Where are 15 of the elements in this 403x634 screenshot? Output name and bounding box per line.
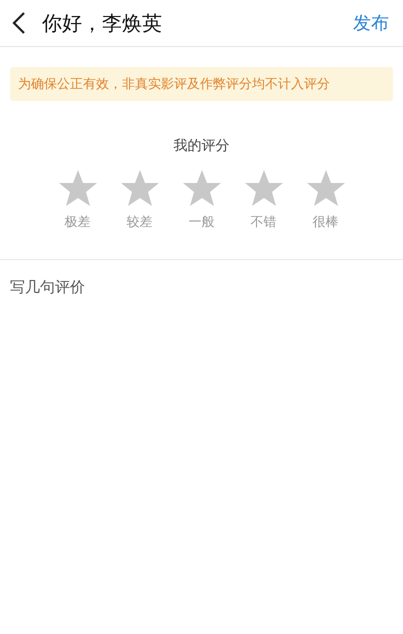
page-title: 你好，李焕英 xyxy=(42,10,163,36)
star-label: 极差 xyxy=(64,214,90,231)
star-icon[interactable] xyxy=(306,169,346,207)
back-icon[interactable] xyxy=(12,11,26,35)
star-label: 不错 xyxy=(250,214,276,231)
star-label: 很棒 xyxy=(312,214,338,231)
star-icon[interactable] xyxy=(182,169,222,207)
star-icon[interactable] xyxy=(244,169,284,207)
rating-title: 我的评分 xyxy=(174,137,230,155)
notice-banner: 为确保公正有效，非真实影评及作弊评分均不计入评分 xyxy=(10,67,393,101)
star-label: 较差 xyxy=(126,214,152,231)
star-label: 一般 xyxy=(188,214,214,231)
star-icon[interactable] xyxy=(58,169,98,207)
star-icon[interactable] xyxy=(120,169,160,207)
publish-button[interactable]: 发布 xyxy=(353,11,389,35)
